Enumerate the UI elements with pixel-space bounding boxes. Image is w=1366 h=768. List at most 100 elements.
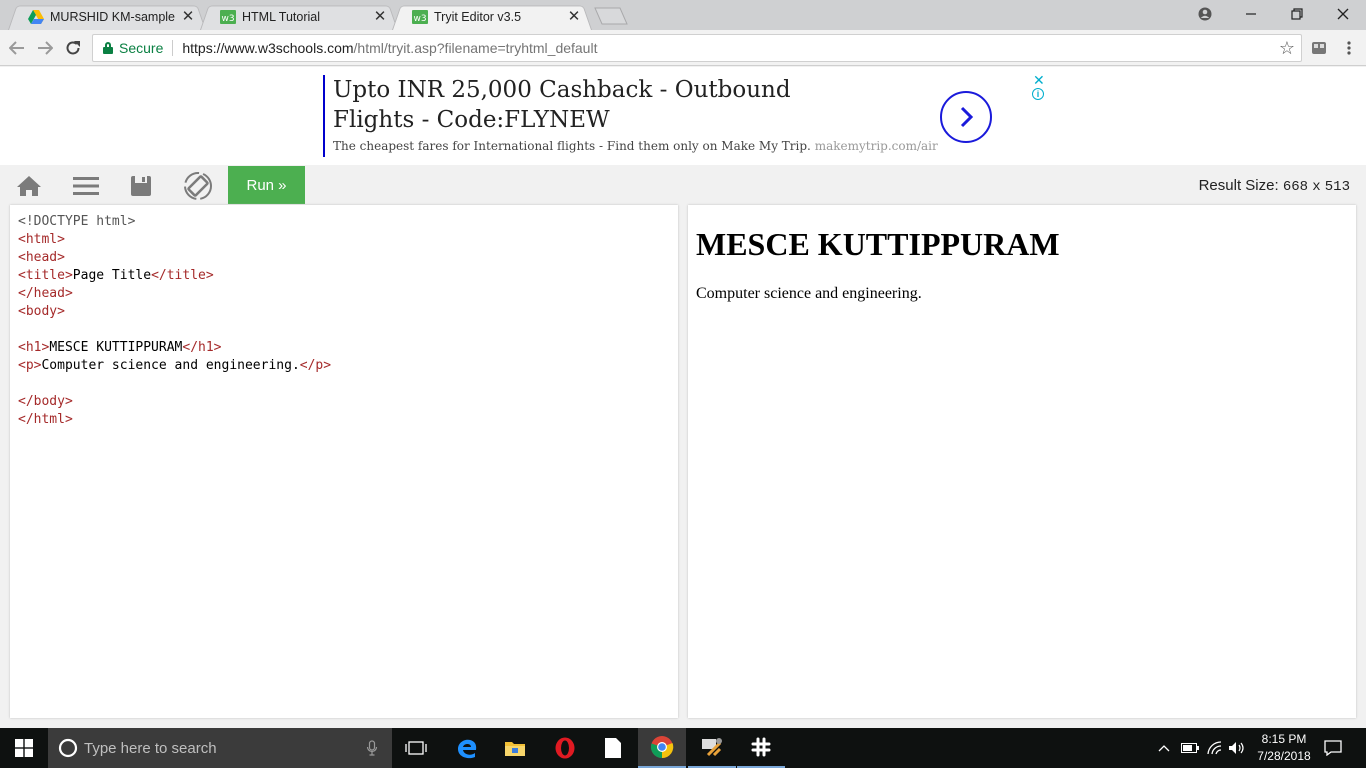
taskbar: Type here to search 8:15 PM 7/28/2018 xyxy=(0,728,1366,768)
home-icon[interactable] xyxy=(9,169,49,203)
reload-icon[interactable] xyxy=(62,37,84,59)
cortana-icon xyxy=(58,738,78,758)
browser-tab[interactable]: MURSHID KM-sample pr ✕ xyxy=(8,3,206,31)
menu-kebab-icon[interactable] xyxy=(1340,39,1358,57)
code-text: Computer science and engineering. xyxy=(41,358,300,373)
code-tag: <body> xyxy=(18,304,65,319)
code-tag: <p> xyxy=(18,358,42,373)
result-heading: MESCE KUTTIPPURAM xyxy=(696,226,1060,262)
code-editor[interactable]: <!DOCTYPE html> <html> <head> <title>Page T… xyxy=(10,205,678,718)
document-icon[interactable] xyxy=(589,728,637,768)
new-tab-button[interactable] xyxy=(594,7,628,25)
code-tag: </title> xyxy=(151,268,214,283)
result-width: 668 xyxy=(1282,179,1309,195)
ad-description: The cheapest fares for International fli… xyxy=(333,139,938,153)
code-line[interactable]: <title>Page Title</title> xyxy=(18,267,678,285)
ad-domain: makemytrip.com/air xyxy=(814,139,938,153)
ad-close-icon[interactable]: ✕ xyxy=(1033,72,1045,89)
code-line[interactable]: </html> xyxy=(18,411,678,429)
code-line[interactable]: <body> xyxy=(18,303,678,321)
opera-icon[interactable] xyxy=(541,728,589,768)
code-line[interactable] xyxy=(18,375,678,393)
microphone-icon[interactable] xyxy=(366,740,378,756)
edge-browser-icon[interactable] xyxy=(443,728,491,768)
search-placeholder: Type here to search xyxy=(84,739,217,757)
chrome-icon[interactable] xyxy=(638,728,686,768)
code-tag: </body> xyxy=(18,394,73,409)
code-line[interactable]: <p>Computer science and engineering.</p> xyxy=(18,357,678,375)
code-tag: <h1> xyxy=(18,340,50,355)
clock-date: 7/28/2018 xyxy=(1257,749,1311,763)
w3schools-icon: w3 xyxy=(220,9,236,25)
result-frame: MESCE KUTTIPPURAM Computer science and e… xyxy=(688,205,1356,718)
code-line[interactable]: <!DOCTYPE html> xyxy=(18,213,678,231)
code-text: Page Title xyxy=(72,268,152,283)
wifi-icon[interactable] xyxy=(1205,728,1223,768)
tab-strip: MURSHID KM-sample pr ✕ w3 HTML Tutorial … xyxy=(0,0,1366,31)
windows-start-icon[interactable] xyxy=(0,728,48,768)
result-height: 513 xyxy=(1324,179,1350,195)
ad-arrow-button[interactable] xyxy=(940,91,992,143)
menu-icon[interactable] xyxy=(66,169,106,203)
close-tab-icon[interactable]: ✕ xyxy=(180,8,196,25)
ad-info-icon[interactable]: i xyxy=(1032,88,1044,100)
browser-tab[interactable]: w3 HTML Tutorial ✕ xyxy=(200,3,398,31)
restore-icon[interactable] xyxy=(1274,0,1320,28)
browser-tab-active[interactable]: w3 Tryit Editor v3.5 ✕ xyxy=(392,3,592,31)
close-tab-icon[interactable]: ✕ xyxy=(566,8,582,25)
code-line[interactable]: <h1>MESCE KUTTIPPURAM</h1> xyxy=(18,339,678,357)
code-line[interactable]: <head> xyxy=(18,249,678,267)
code-tag: <head> xyxy=(18,250,65,265)
close-window-icon[interactable] xyxy=(1320,0,1366,28)
tray-overflow-chevron-icon[interactable] xyxy=(1156,728,1172,768)
volume-icon[interactable] xyxy=(1227,728,1247,768)
ad-headline[interactable]: Upto INR 25,000 Cashback - Outbound Flig… xyxy=(333,75,853,135)
code-tag: <html> xyxy=(18,232,65,247)
code-line[interactable]: </body> xyxy=(18,393,678,411)
back-arrow-icon[interactable] xyxy=(6,37,28,59)
notifications-icon[interactable] xyxy=(1322,728,1344,768)
code-tag: </html> xyxy=(18,412,73,427)
file-explorer-icon[interactable] xyxy=(491,728,539,768)
minimize-icon[interactable] xyxy=(1228,0,1274,28)
tools-app-icon[interactable] xyxy=(688,728,736,768)
run-button[interactable]: Run » xyxy=(228,166,305,204)
url-text[interactable]: https://www.w3schools.com/html/tryit.asp… xyxy=(182,40,597,56)
bookmark-star-icon[interactable]: ☆ xyxy=(1279,38,1295,59)
code-line[interactable]: </head> xyxy=(18,285,678,303)
code-tag: </head> xyxy=(18,286,73,301)
slack-icon[interactable] xyxy=(737,728,785,768)
battery-icon[interactable] xyxy=(1180,728,1200,768)
profile-icon[interactable] xyxy=(1182,0,1228,28)
address-bar[interactable]: Secure https://www.w3schools.com/html/tr… xyxy=(92,34,1302,62)
secure-label: Secure xyxy=(119,40,164,56)
svg-text:w3: w3 xyxy=(221,14,234,24)
google-drive-icon xyxy=(28,9,44,25)
w3schools-icon: w3 xyxy=(412,9,428,25)
code-text: MESCE KUTTIPPURAM xyxy=(49,340,183,355)
save-icon[interactable] xyxy=(121,169,161,203)
code-tag: <!DOCTYPE html> xyxy=(18,214,136,229)
close-tab-icon[interactable]: ✕ xyxy=(372,8,388,25)
forward-arrow-icon[interactable] xyxy=(34,37,56,59)
tab-title: HTML Tutorial xyxy=(242,9,321,24)
tab-title: MURSHID KM-sample pr xyxy=(50,9,176,24)
task-view-icon[interactable] xyxy=(392,728,440,768)
code-tag: </p> xyxy=(299,358,332,373)
code-tag: </h1> xyxy=(182,340,222,355)
extension-icon[interactable] xyxy=(1310,39,1328,57)
result-size: Result Size: 668 x 513 xyxy=(1198,177,1350,195)
ad-content[interactable]: Upto INR 25,000 Cashback - Outbound Flig… xyxy=(323,75,1023,157)
svg-text:w3: w3 xyxy=(413,14,426,24)
code-line[interactable] xyxy=(18,321,678,339)
rotate-layout-icon[interactable] xyxy=(178,169,218,203)
taskbar-clock[interactable]: 8:15 PM 7/28/2018 xyxy=(1246,731,1322,765)
ad-banner: Upto INR 25,000 Cashback - Outbound Flig… xyxy=(0,67,1366,165)
tryit-toolbar: Run » Result Size: 668 x 513 xyxy=(0,165,1366,205)
result-paragraph: Computer science and engineering. xyxy=(696,285,922,302)
code-tag: <title> xyxy=(18,268,73,283)
code-line[interactable]: <html> xyxy=(18,231,678,249)
taskbar-search[interactable]: Type here to search xyxy=(48,728,392,768)
clock-time: 8:15 PM xyxy=(1261,732,1307,746)
tab-title: Tryit Editor v3.5 xyxy=(434,9,522,24)
